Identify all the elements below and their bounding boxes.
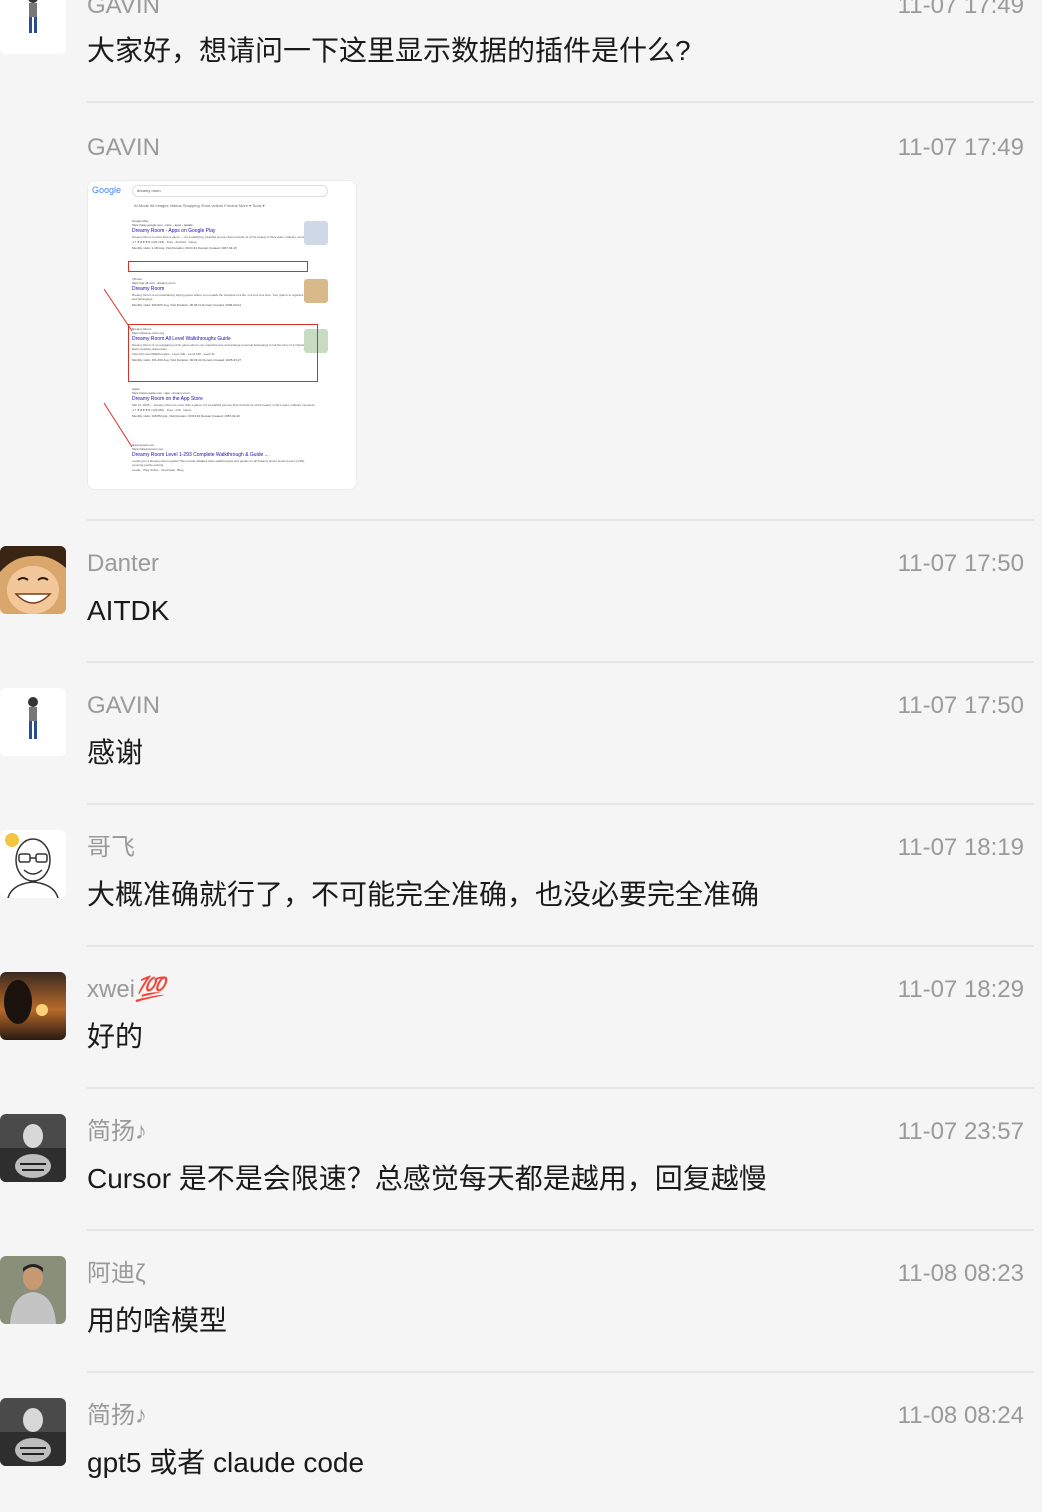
sender-name: xwei💯 [87, 976, 165, 1004]
divider [87, 101, 1034, 103]
message-text[interactable]: 大概准确就行了，不可能完全准确，也没必要完全准确 [87, 878, 759, 912]
message-text[interactable]: Cursor 是不是会限速？总感觉每天都是越用，回复越慢 [87, 1162, 767, 1196]
divider [87, 661, 1034, 663]
message-time: 11-07 17:50 [897, 692, 1024, 719]
tiger-avatar-icon [0, 1114, 66, 1182]
bald-glasses-avatar-icon [0, 830, 66, 898]
person-photo-avatar-icon [0, 1256, 66, 1324]
message-time: 11-07 23:57 [897, 1118, 1024, 1145]
message-time: 11-07 17:49 [897, 0, 1024, 19]
avatar[interactable] [0, 546, 66, 614]
divider [87, 1087, 1034, 1089]
message-text[interactable]: 感谢 [87, 736, 143, 770]
sunset-avatar-icon [0, 972, 66, 1040]
message-time: 11-07 17:50 [897, 550, 1024, 577]
hundred-points-icon: 💯 [135, 976, 165, 1003]
avatar[interactable] [0, 688, 66, 756]
divider [87, 1371, 1034, 1373]
anime-face-avatar-icon [0, 546, 66, 614]
message-text[interactable]: 用的啥模型 [87, 1304, 227, 1338]
sender-name: GAVIN [87, 0, 160, 19]
message-text[interactable]: 大家好，想请问一下这里显示数据的插件是什么? [87, 34, 691, 68]
avatar[interactable] [0, 1256, 66, 1324]
screenshot-image[interactable]: Google dreamy room AI Mode All Images Vi… [87, 180, 357, 490]
divider [87, 945, 1034, 947]
red-arrows [103, 288, 133, 448]
message-time: 11-07 18:19 [897, 834, 1024, 861]
sender-name: Danter [87, 550, 160, 577]
avatar[interactable] [0, 1114, 66, 1182]
sender-name: 简扬♪ [87, 1118, 147, 1145]
message-text[interactable]: gpt5 或者 claude code [87, 1446, 364, 1480]
tiger-avatar-icon [0, 1398, 66, 1466]
sender-name: GAVIN [87, 692, 160, 719]
message-text[interactable]: AITDK [87, 594, 169, 628]
message-text[interactable]: 好的 [87, 1020, 143, 1054]
message-time: 11-08 08:23 [897, 1260, 1024, 1287]
message-time: 11-08 08:24 [897, 1402, 1024, 1429]
sender-name: 哥飞 [87, 834, 135, 861]
avatar[interactable] [0, 1398, 66, 1466]
message-time: 11-07 17:49 [897, 134, 1024, 161]
message-time: 11-07 18:29 [897, 976, 1024, 1003]
avatar[interactable] [0, 0, 66, 54]
divider [87, 803, 1034, 805]
avatar[interactable] [0, 830, 66, 898]
sender-name: GAVIN [87, 134, 160, 161]
avatar[interactable] [0, 972, 66, 1040]
sender-name-text: xwei [87, 976, 136, 1003]
sender-name: 阿迪ζ [87, 1260, 146, 1287]
divider [87, 1229, 1034, 1231]
sender-name: 简扬♪ [87, 1402, 147, 1429]
figure-avatar-icon [0, 688, 66, 756]
figure-avatar-icon [0, 0, 66, 54]
divider [87, 519, 1034, 521]
